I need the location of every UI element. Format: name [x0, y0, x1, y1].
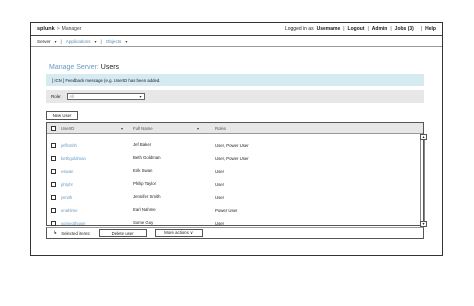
roles-cell: User	[215, 221, 225, 226]
full-name-cell: Beth Goldman	[133, 154, 161, 160]
nav-bar: Server ▾ | Applications ▾ | Objects ▾	[31, 36, 442, 47]
page-title: Manage Server: Users	[49, 64, 119, 71]
brand-separator: >	[56, 26, 60, 32]
user-id-link[interactable]: bethgoldman	[61, 156, 86, 161]
nav-applications[interactable]: Applications	[66, 39, 91, 44]
full-name-cell: Some Guy	[133, 219, 154, 225]
feedback-message-text: [ ICN ] Feedback message (e.g. UserID ha…	[52, 77, 161, 83]
row-checkbox[interactable]	[51, 168, 56, 174]
user-id-link[interactable]: phtyhr	[61, 182, 73, 187]
page-title-main: Users	[100, 64, 120, 71]
role-filter-label: Role:	[51, 94, 62, 99]
chevron-down-icon[interactable]: ▾	[55, 39, 57, 44]
nav-server[interactable]: Server	[37, 39, 51, 44]
table-row: jeffsmith Jef Baker User, Power User	[47, 139, 407, 151]
splunk-logo[interactable]: splunk	[37, 26, 55, 32]
more-actions-button[interactable]: More actions ∨	[154, 229, 203, 237]
sort-chevron-icon[interactable]: ▾	[197, 126, 199, 131]
help-link[interactable]: Help	[425, 26, 436, 32]
table-row: phtyhr Philip Taylor User	[47, 178, 407, 190]
top-bar: splunk > Manager Logged in as Usemame | …	[31, 23, 442, 36]
row-checkbox[interactable]	[51, 194, 56, 200]
account-menu: Logged in as Usemame | Logout | Admin | …	[284, 26, 436, 32]
full-name-cell: Jennifer Smith	[133, 193, 161, 199]
full-name-cell: Erik Swan	[133, 167, 153, 173]
table-row: enahlme Earl Nahme Power User	[47, 204, 407, 216]
logout-link[interactable]: Logout	[348, 26, 365, 32]
select-all-checkbox[interactable]	[51, 126, 56, 131]
header-full-name[interactable]: Full Name	[133, 126, 153, 131]
selected-items-label: Selected items:	[61, 230, 91, 236]
manager-label: Manager	[61, 26, 82, 32]
nav-objects[interactable]: Objects	[106, 39, 122, 44]
logged-in-label: Logged in as	[284, 26, 314, 32]
users-table: UserID ▾ Full Name ▾ Roles jeffsmith Jef …	[46, 122, 427, 227]
page-title-prefix: Manage Server:	[49, 64, 99, 71]
full-name-cell: Jef Baker	[133, 141, 152, 147]
table-footer: ↳ Selected items: Delete user More actio…	[46, 227, 424, 239]
user-id-link[interactable]: eswan	[61, 169, 73, 174]
user-id-link[interactable]: jsmith	[61, 195, 72, 200]
header-roles[interactable]: Roles	[215, 126, 226, 131]
sort-chevron-icon[interactable]: ▾	[121, 126, 123, 131]
row-checkbox[interactable]	[51, 155, 56, 161]
table-row: jsmith Jennifer Smith User	[47, 191, 407, 203]
chevron-down-icon[interactable]: ▾	[95, 39, 97, 44]
user-id-link[interactable]: jeffsmith	[61, 143, 77, 148]
roles-cell: User, Power User	[215, 156, 249, 161]
user-id-link[interactable]: enahlme	[61, 208, 77, 213]
table-row: bethgoldman Beth Goldman User, Power User	[47, 152, 407, 164]
delete-user-button[interactable]: Delete user	[98, 229, 147, 237]
roles-cell: User	[215, 169, 225, 174]
row-checkbox[interactable]	[51, 220, 56, 226]
roles-cell: User	[215, 195, 225, 200]
roles-cell: User, Power User	[215, 143, 249, 148]
new-user-button[interactable]: New User	[46, 111, 78, 120]
table-row: eswan Erik Swan User	[47, 165, 407, 177]
role-select-value: All	[69, 94, 75, 99]
chevron-down-icon: ▾	[139, 94, 142, 99]
scroll-up-icon[interactable]: ▴	[420, 134, 427, 140]
header-user-id[interactable]: UserID	[61, 126, 74, 131]
full-name-cell: Earl Nahme	[133, 206, 156, 212]
roles-cell: Power User	[215, 208, 238, 213]
jobs-link[interactable]: Jobs (3)	[395, 26, 414, 32]
user-id-link[interactable]: someothuser	[61, 221, 86, 226]
role-select[interactable]: All ▾	[66, 93, 145, 100]
username: Usemame	[316, 26, 341, 32]
role-filter-bar: Role: All ▾	[46, 90, 424, 103]
feedback-message: [ ICN ] Feedback message (e.g. UserID ha…	[46, 74, 424, 86]
full-name-cell: Philip Taylor	[133, 180, 157, 186]
vertical-scrollbar[interactable]: ▴ ▾	[420, 134, 427, 227]
row-checkbox[interactable]	[51, 181, 56, 187]
return-arrow-icon: ↳	[53, 230, 58, 236]
row-checkbox[interactable]	[51, 142, 56, 148]
row-checkbox[interactable]	[51, 207, 56, 213]
table-header: UserID ▾ Full Name ▾ Roles	[47, 123, 423, 134]
chevron-down-icon[interactable]: ▾	[125, 39, 127, 44]
roles-cell: User	[215, 182, 225, 187]
admin-link[interactable]: Admin	[372, 26, 388, 32]
